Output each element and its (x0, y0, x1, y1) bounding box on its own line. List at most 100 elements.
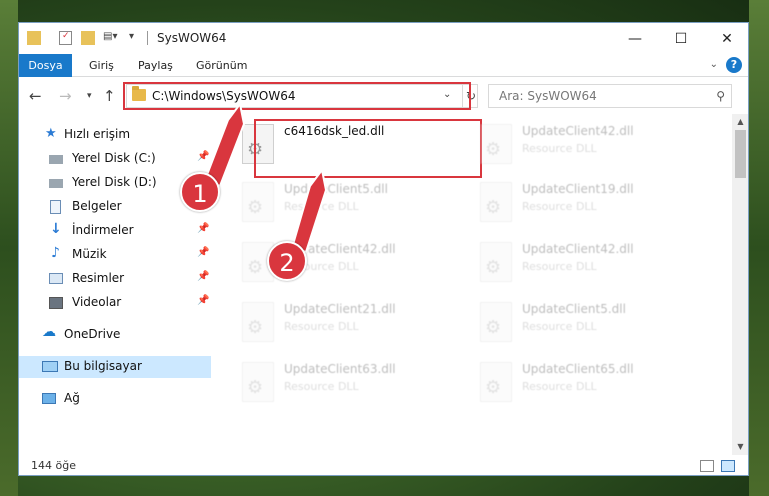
dll-file-icon (480, 242, 512, 282)
recent-locations-icon[interactable]: ▾ (87, 91, 92, 101)
file-type: Resource DLL (522, 142, 597, 155)
nav-item-onedrive[interactable]: ☁ OneDrive (19, 324, 211, 346)
tab-home[interactable]: Giriş (89, 54, 114, 77)
download-icon: ↓ (50, 221, 62, 237)
search-icon[interactable]: ⚲ (716, 89, 725, 103)
search-placeholder: Ara: SysWOW64 (499, 89, 597, 103)
customize-toolbar-icon[interactable]: ▾ (129, 31, 139, 45)
file-name: UpdateClient21.dll (284, 302, 396, 316)
file-highlight-frame (254, 119, 482, 178)
file-type: Resource DLL (284, 380, 359, 393)
minimize-button[interactable]: — (612, 23, 658, 54)
network-icon (42, 393, 56, 404)
nav-item-downloads[interactable]: ↓ İndirmeler 📌 (19, 220, 211, 242)
nav-item-label: Bu bilgisayar (64, 359, 142, 373)
dll-file-icon (480, 124, 512, 164)
file-item[interactable]: UpdateClient65.dll Resource DLL (470, 358, 700, 410)
file-name: UpdateClient63.dll (284, 362, 396, 376)
nav-item-label: Ağ (64, 391, 80, 405)
nav-item-label: Yerel Disk (C:) (72, 151, 156, 165)
scroll-down-icon[interactable]: ▼ (732, 439, 748, 455)
music-icon: ♪ (51, 245, 60, 261)
nav-item-label: Videolar (72, 295, 122, 309)
search-input[interactable]: Ara: SysWOW64 ⚲ (488, 84, 732, 108)
nav-item-local-disk-c[interactable]: Yerel Disk (C:) 📌 (19, 148, 211, 170)
item-count: 144 öğe (31, 459, 76, 472)
minimize-icon: — (628, 30, 642, 47)
dll-file-icon (480, 302, 512, 342)
new-folder-icon[interactable] (81, 31, 95, 45)
dll-file-icon (480, 362, 512, 402)
file-type: Resource DLL (522, 200, 597, 213)
nav-item-label: Belgeler (72, 199, 122, 213)
pin-icon[interactable]: 📌 (197, 247, 209, 258)
cloud-icon: ☁ (42, 324, 56, 340)
file-type: Resource DLL (284, 320, 359, 333)
file-name: UpdateClient5.dll (284, 182, 388, 196)
nav-item-videos[interactable]: Videolar 📌 (19, 292, 211, 314)
back-arrow-icon[interactable]: ← (29, 87, 42, 105)
file-item[interactable]: UpdateClient19.dll Resource DLL (470, 178, 700, 230)
pin-icon[interactable]: 📌 (197, 271, 209, 282)
scrollbar-thumb[interactable] (735, 130, 746, 178)
scroll-up-icon[interactable]: ▲ (732, 114, 748, 130)
tab-view[interactable]: Görünüm (196, 54, 247, 77)
nav-item-pictures[interactable]: Resimler 📌 (19, 268, 211, 290)
dll-file-icon (242, 302, 274, 342)
view-options-icon[interactable]: ▤▾ (103, 31, 119, 45)
file-name: UpdateClient5.dll (522, 302, 626, 316)
callout-two: 2 (267, 241, 307, 281)
address-highlight-frame (123, 82, 471, 110)
title-separator (147, 31, 148, 45)
forward-arrow-icon[interactable]: → (59, 87, 72, 105)
file-list: c6416dsk_led.dll UpdateClient5.dll Resou… (212, 114, 732, 455)
large-icons-view-icon[interactable] (721, 460, 735, 472)
file-type: Resource DLL (284, 200, 359, 213)
callout-one: 1 (180, 172, 220, 212)
file-item[interactable]: UpdateClient42.dll Resource DLL (470, 120, 700, 172)
file-name: UpdateClient42.dll (522, 124, 634, 138)
file-item[interactable]: UpdateClient5.dll Resource DLL (470, 298, 700, 350)
up-arrow-icon[interactable]: ↑ (103, 87, 116, 105)
maximize-button[interactable]: ☐ (658, 23, 704, 54)
file-item[interactable]: UpdateClient5.dll Resource DLL (232, 178, 462, 230)
computer-icon (42, 361, 58, 372)
close-icon: ✕ (721, 30, 733, 47)
properties-icon[interactable]: ✓ (59, 31, 72, 45)
dll-file-icon (242, 182, 274, 222)
drive-icon (49, 179, 63, 188)
dll-file-icon (242, 362, 274, 402)
help-icon[interactable]: ? (726, 57, 742, 73)
status-bar: 144 öğe (19, 455, 748, 475)
window-title: SysWOW64 (157, 31, 227, 45)
expand-ribbon-icon[interactable]: ⌄ (710, 59, 718, 70)
pin-icon[interactable]: 📌 (197, 151, 209, 162)
maximize-icon: ☐ (674, 30, 688, 47)
file-name: UpdateClient42.dll (522, 242, 634, 256)
file-item[interactable]: UpdateClient42.dll Resource DLL (470, 238, 700, 290)
nav-item-network[interactable]: Ağ (19, 388, 211, 410)
file-type: Resource DLL (522, 320, 597, 333)
dll-file-icon (480, 182, 512, 222)
pin-icon[interactable]: 📌 (197, 295, 209, 306)
file-item[interactable]: UpdateClient63.dll Resource DLL (232, 358, 462, 410)
pin-icon[interactable]: 📌 (197, 223, 209, 234)
nav-item-music[interactable]: ♪ Müzik 📌 (19, 244, 211, 266)
nav-item-quick-access[interactable]: ★ Hızlı erişim (19, 124, 211, 146)
close-button[interactable]: ✕ (704, 23, 748, 54)
nav-item-this-pc[interactable]: Bu bilgisayar (19, 356, 211, 378)
tab-share[interactable]: Paylaş (138, 54, 173, 77)
file-item[interactable]: UpdateClient21.dll Resource DLL (232, 298, 462, 350)
navigation-pane: ★ Hızlı erişim Yerel Disk (C:) 📌 Yerel D… (19, 114, 211, 455)
videos-icon (49, 297, 63, 309)
vertical-scrollbar[interactable]: ▲ ▼ (732, 114, 748, 455)
documents-icon (50, 200, 61, 214)
details-view-icon[interactable] (700, 460, 714, 472)
nav-item-label: Müzik (72, 247, 107, 261)
drive-icon (49, 155, 63, 164)
nav-item-label: OneDrive (64, 327, 121, 341)
desktop-background-right (749, 0, 769, 496)
file-type: Resource DLL (522, 380, 597, 393)
tab-file[interactable]: Dosya (19, 54, 72, 77)
desktop-background-left (0, 0, 18, 496)
